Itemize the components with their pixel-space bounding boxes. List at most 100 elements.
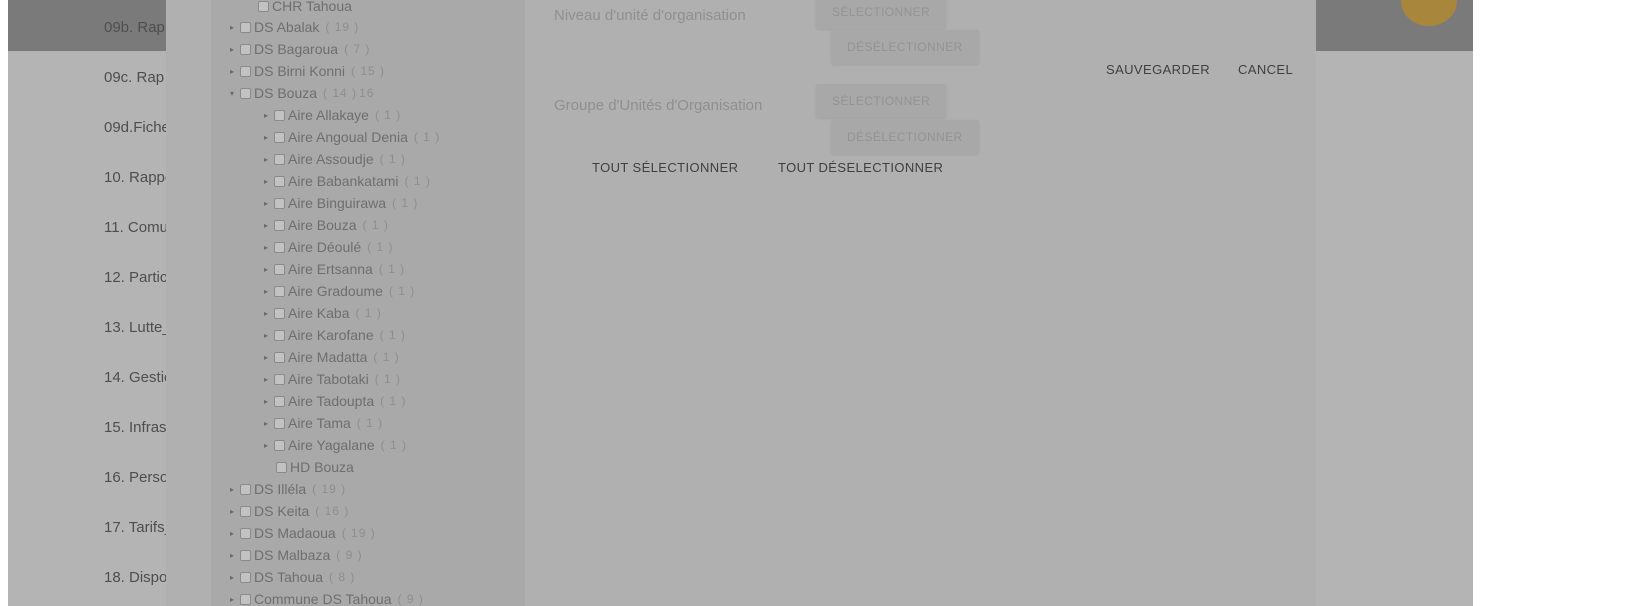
checkbox-icon[interactable] bbox=[240, 549, 251, 561]
tree-item-label[interactable]: DS Illéla bbox=[254, 481, 306, 497]
tree-item-label[interactable]: Aire Assoudje bbox=[288, 151, 374, 167]
checkbox-icon[interactable] bbox=[274, 439, 285, 451]
checkbox-icon[interactable] bbox=[274, 241, 285, 253]
checkbox-icon[interactable] bbox=[274, 153, 285, 165]
select-all-button[interactable]: TOUT SÉLECTIONNER bbox=[592, 160, 738, 175]
checkbox-icon[interactable] bbox=[274, 351, 285, 363]
tree-item[interactable]: ▸ Aire Déoulé ( 1 ) bbox=[264, 239, 396, 255]
triangle-right-icon[interactable]: ▸ bbox=[230, 45, 240, 54]
checkbox-icon[interactable] bbox=[240, 65, 251, 77]
triangle-right-icon[interactable]: ▸ bbox=[264, 309, 274, 318]
tree-item-label[interactable]: HD Bouza bbox=[290, 459, 354, 475]
checkbox-icon[interactable] bbox=[276, 461, 287, 473]
tree-item-label[interactable]: Aire Binguirawa bbox=[288, 195, 386, 211]
cancel-button[interactable]: CANCEL bbox=[1238, 62, 1293, 77]
triangle-right-icon[interactable]: ▸ bbox=[264, 221, 274, 230]
tree-item[interactable]: ▸ Aire Gradoume ( 1 ) bbox=[264, 283, 417, 299]
triangle-right-icon[interactable]: ▸ bbox=[264, 155, 274, 164]
tree-item[interactable]: ▸ Aire Tama ( 1 ) bbox=[264, 415, 385, 431]
triangle-right-icon[interactable]: ▸ bbox=[264, 353, 274, 362]
tree-item-label[interactable]: Aire Angoual Denia bbox=[288, 129, 408, 145]
triangle-right-icon[interactable]: ▸ bbox=[230, 529, 240, 538]
tree-item[interactable]: HD Bouza bbox=[266, 459, 362, 475]
tree-item-label[interactable]: Aire Allakaye bbox=[288, 107, 369, 123]
checkbox-icon[interactable] bbox=[274, 417, 285, 429]
tree-item-label[interactable]: DS Malbaza bbox=[254, 547, 330, 563]
triangle-right-icon[interactable]: ▸ bbox=[264, 243, 274, 252]
tree-item-label[interactable]: Aire Tama bbox=[288, 415, 351, 431]
tree-item[interactable]: ▸ Aire Bouza ( 1 ) bbox=[264, 217, 391, 233]
tree-item[interactable]: ▸ DS Malbaza ( 9 ) bbox=[230, 547, 365, 563]
tree-item-label[interactable]: DS Abalak bbox=[254, 19, 319, 35]
tree-item-label[interactable]: Aire Tadoupta bbox=[288, 393, 374, 409]
checkbox-icon[interactable] bbox=[240, 483, 251, 495]
tree-item-label[interactable]: Aire Yagalane bbox=[288, 437, 375, 453]
tree-item-label[interactable]: DS Bouza bbox=[254, 85, 317, 101]
triangle-right-icon[interactable]: ▸ bbox=[264, 111, 274, 120]
tree-item[interactable]: ▸ DS Madaoua ( 19 ) bbox=[230, 525, 378, 541]
tree-item-label[interactable]: DS Tahoua bbox=[254, 569, 323, 585]
tree-item-label[interactable]: Aire Kaba bbox=[288, 305, 349, 321]
save-button[interactable]: SAUVEGARDER bbox=[1106, 62, 1210, 77]
tree-item[interactable]: ▸ Aire Binguirawa ( 1 ) bbox=[264, 195, 420, 211]
tree-item[interactable]: ▸ Aire Tadoupta ( 1 ) bbox=[264, 393, 408, 409]
tree-item-label[interactable]: DS Madaoua bbox=[254, 525, 336, 541]
tree-item[interactable]: ▸ Aire Kaba ( 1 ) bbox=[264, 305, 384, 321]
tree-item[interactable]: ▸ Aire Karofane ( 1 ) bbox=[264, 327, 408, 343]
tree-item[interactable]: ▸ DS Birni Konni ( 15 ) bbox=[230, 63, 387, 79]
tree-item[interactable]: ▸ DS Keita ( 16 ) bbox=[230, 503, 351, 519]
tree-item[interactable]: ▸ Commune DS Tahoua ( 9 ) bbox=[230, 591, 426, 606]
checkbox-icon[interactable] bbox=[274, 197, 285, 209]
checkbox-icon[interactable] bbox=[274, 307, 285, 319]
checkbox-icon[interactable] bbox=[274, 131, 285, 143]
triangle-right-icon[interactable]: ▸ bbox=[264, 287, 274, 296]
tree-item[interactable]: ▸ Aire Assoudje ( 1 ) bbox=[264, 151, 408, 167]
checkbox-icon[interactable] bbox=[274, 175, 285, 187]
checkbox-icon[interactable] bbox=[274, 395, 285, 407]
tree-item-label[interactable]: Aire Karofane bbox=[288, 327, 374, 343]
tree-item[interactable]: CHR Tahoua bbox=[248, 0, 360, 14]
tree-item-label[interactable]: Aire Gradoume bbox=[288, 283, 383, 299]
tree-item[interactable]: ▸ Aire Allakaye ( 1 ) bbox=[264, 107, 403, 123]
tree-item-label[interactable]: Aire Bouza bbox=[288, 217, 356, 233]
tree-item[interactable]: ▸ Aire Yagalane ( 1 ) bbox=[264, 437, 409, 453]
checkbox-icon[interactable] bbox=[240, 87, 251, 99]
triangle-down-icon[interactable]: ▾ bbox=[230, 89, 240, 98]
tree-item-label[interactable]: DS Birni Konni bbox=[254, 63, 345, 79]
triangle-right-icon[interactable]: ▸ bbox=[230, 551, 240, 560]
tree-item[interactable]: ▸ DS Bagaroua ( 7 ) bbox=[230, 41, 372, 57]
triangle-right-icon[interactable]: ▸ bbox=[230, 573, 240, 582]
tree-item[interactable]: ▸ Aire Angoual Denia ( 1 ) bbox=[264, 129, 442, 145]
tree-item[interactable]: ▸ DS Abalak ( 19 ) bbox=[230, 19, 361, 35]
tree-item[interactable]: ▸ Aire Madatta ( 1 ) bbox=[264, 349, 402, 365]
org-unit-tree[interactable]: CHR Tahoua ▸ DS Abalak ( 19 ) ▸ DS Bagaroua ( … bbox=[211, 0, 525, 606]
triangle-right-icon[interactable]: ▸ bbox=[230, 23, 240, 32]
checkbox-icon[interactable] bbox=[240, 43, 251, 55]
triangle-right-icon[interactable]: ▸ bbox=[264, 331, 274, 340]
report-row-name[interactable]: 09c. Rap bbox=[104, 69, 164, 86]
org-unit-group-deselect-button[interactable]: DÉSÉLECTIONNER bbox=[831, 120, 979, 154]
checkbox-icon[interactable] bbox=[240, 21, 251, 33]
checkbox-icon[interactable] bbox=[274, 329, 285, 341]
triangle-right-icon[interactable]: ▸ bbox=[264, 441, 274, 450]
triangle-right-icon[interactable]: ▸ bbox=[264, 397, 274, 406]
triangle-right-icon[interactable]: ▸ bbox=[230, 485, 240, 494]
tree-item-label[interactable]: Commune DS Tahoua bbox=[254, 591, 391, 606]
checkbox-icon[interactable] bbox=[274, 285, 285, 297]
tree-item-label[interactable]: Aire Madatta bbox=[288, 349, 367, 365]
tree-item-label[interactable]: DS Bagaroua bbox=[254, 41, 338, 57]
org-unit-group-select-button[interactable]: SÉLECTIONNER bbox=[816, 84, 947, 118]
deselect-all-button[interactable]: TOUT DÉSELECTIONNER bbox=[778, 160, 943, 175]
checkbox-icon[interactable] bbox=[274, 109, 285, 121]
triangle-right-icon[interactable]: ▸ bbox=[230, 67, 240, 76]
triangle-right-icon[interactable]: ▸ bbox=[264, 375, 274, 384]
tree-item-label[interactable]: CHR Tahoua bbox=[272, 0, 352, 14]
tree-item-label[interactable]: DS Keita bbox=[254, 503, 309, 519]
tree-item[interactable]: ▸ DS Tahoua ( 8 ) bbox=[230, 569, 357, 585]
tree-item-label[interactable]: Aire Ertsanna bbox=[288, 261, 373, 277]
triangle-right-icon[interactable]: ▸ bbox=[264, 133, 274, 142]
tree-item[interactable]: ▸ Aire Tabotaki ( 1 ) bbox=[264, 371, 403, 387]
org-unit-level-deselect-button[interactable]: DÉSÉLECTIONNER bbox=[831, 30, 979, 64]
triangle-right-icon[interactable]: ▸ bbox=[264, 177, 274, 186]
tree-item[interactable]: ▾ DS Bouza ( 14 ) 16 bbox=[230, 85, 374, 101]
